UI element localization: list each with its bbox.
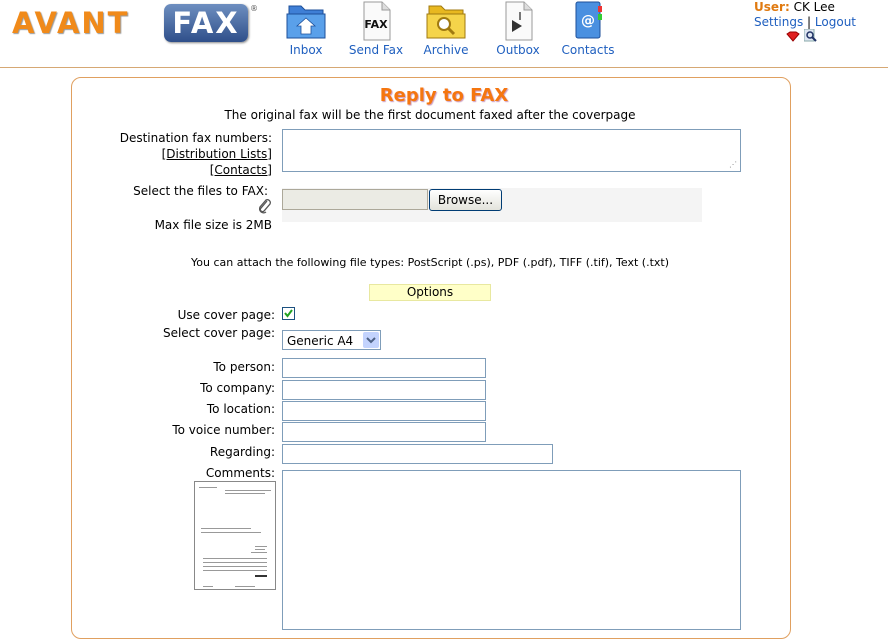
resize-grip-icon[interactable]: ⋰ bbox=[729, 160, 737, 169]
file-upload-row: Browse... bbox=[282, 188, 702, 222]
svg-text:FAX: FAX bbox=[364, 18, 388, 31]
nav-contacts[interactable]: @ Contacts bbox=[553, 0, 623, 60]
settings-link[interactable]: Settings bbox=[754, 15, 803, 29]
ruby-gem-icon[interactable] bbox=[786, 31, 800, 42]
cover-page-select[interactable]: Generic A4 bbox=[282, 330, 381, 350]
nav-send-fax[interactable]: FAX Send Fax bbox=[341, 0, 411, 60]
regarding-input[interactable] bbox=[282, 444, 553, 464]
destination-label-group: Destination fax numbers: [Distribution L… bbox=[100, 130, 272, 178]
select-cover-label: Select cover page: bbox=[162, 326, 275, 340]
regarding-label: Regarding: bbox=[209, 445, 275, 459]
nav-outbox[interactable]: Outbox bbox=[483, 0, 553, 60]
comments-textarea[interactable] bbox=[282, 470, 741, 630]
options-section-header[interactable]: Options bbox=[369, 284, 491, 301]
to-person-input[interactable] bbox=[282, 358, 486, 378]
contacts-book-icon: @ bbox=[575, 1, 602, 39]
send-fax-icon: FAX bbox=[363, 1, 391, 41]
nav-archive-label: Archive bbox=[423, 43, 469, 57]
nav-send-fax-label: Send Fax bbox=[348, 43, 404, 57]
to-location-input[interactable] bbox=[282, 401, 486, 421]
select-files-label: Select the files to FAX: bbox=[133, 184, 268, 198]
to-location-label: To location: bbox=[206, 402, 275, 416]
archive-folder-icon bbox=[426, 5, 466, 39]
use-cover-checkbox[interactable] bbox=[282, 307, 295, 320]
to-voice-input[interactable] bbox=[282, 422, 486, 442]
cover-page-thumbnail[interactable] bbox=[194, 481, 276, 590]
avantfax-logo[interactable]: AVANT FAX ® bbox=[12, 4, 258, 44]
checkmark-icon bbox=[284, 309, 293, 318]
nav-archive[interactable]: Archive bbox=[411, 0, 481, 60]
search-magnifier-icon[interactable] bbox=[803, 28, 818, 42]
paperclip-icon bbox=[258, 199, 271, 214]
outbox-icon bbox=[505, 1, 533, 41]
logo-avant-text: AVANT bbox=[12, 6, 130, 40]
inbox-folder-icon bbox=[286, 5, 326, 39]
max-file-size-note: Max file size is 2MB bbox=[154, 218, 272, 232]
destination-label: Destination fax numbers: bbox=[119, 131, 272, 145]
user-info: User: CK Lee Settings | Logout bbox=[754, 0, 884, 42]
use-cover-label: Use cover page: bbox=[177, 308, 275, 322]
page-subtitle: The original fax will be the first docum… bbox=[224, 108, 636, 122]
dropdown-arrow-button[interactable] bbox=[363, 332, 379, 348]
user-label: User: bbox=[754, 0, 790, 14]
logout-link[interactable]: Logout bbox=[815, 15, 856, 29]
nav-outbox-label: Outbox bbox=[496, 43, 540, 57]
comments-label: Comments: bbox=[205, 466, 275, 480]
logo-registered-mark: ® bbox=[250, 4, 258, 13]
file-path-field[interactable] bbox=[282, 189, 428, 210]
user-separator: | bbox=[807, 15, 812, 29]
distribution-lists-link[interactable]: [Distribution Lists] bbox=[162, 147, 272, 161]
destination-textarea[interactable]: ⋰ bbox=[282, 129, 741, 172]
to-company-label: To company: bbox=[200, 381, 275, 395]
nav-inbox-label: Inbox bbox=[289, 43, 323, 57]
svg-text:@: @ bbox=[581, 13, 595, 29]
nav-inbox[interactable]: Inbox bbox=[271, 0, 341, 60]
cover-page-selected: Generic A4 bbox=[287, 334, 354, 348]
browse-button[interactable]: Browse... bbox=[429, 189, 502, 211]
nav-contacts-label: Contacts bbox=[561, 43, 615, 57]
contacts-link[interactable]: [Contacts] bbox=[210, 163, 272, 177]
header-bar: AVANT FAX ® Inbox FAX Send Fax Archive O… bbox=[0, 0, 888, 68]
page-title: Reply to FAX bbox=[379, 85, 509, 106]
logo-fax-text: FAX bbox=[164, 4, 248, 42]
file-types-note: You can attach the following file types:… bbox=[190, 256, 670, 269]
to-voice-label: To voice number: bbox=[172, 423, 275, 437]
chevron-down-icon bbox=[366, 337, 376, 344]
to-person-label: To person: bbox=[213, 360, 275, 374]
to-company-input[interactable] bbox=[282, 380, 486, 400]
user-name: CK Lee bbox=[793, 0, 835, 14]
